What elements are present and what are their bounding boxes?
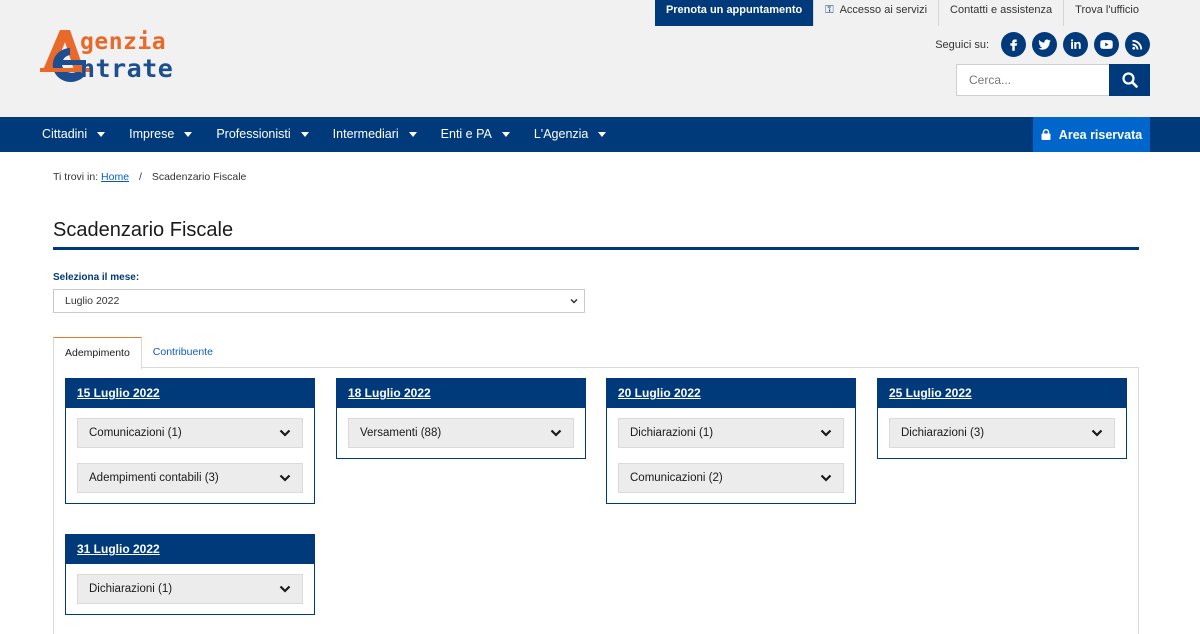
deadline-date-link[interactable]: 20 Luglio 2022 — [607, 379, 855, 408]
deadline-card-20-luglio: 20 Luglio 2022 Dichiarazioni (1) Comunic… — [606, 378, 856, 504]
caret-down-icon — [501, 132, 510, 137]
accordion-item[interactable]: Comunicazioni (1) — [77, 418, 303, 448]
tab-adempimento[interactable]: Adempimento — [53, 337, 142, 369]
month-select-value: Luglio 2022 — [65, 295, 120, 307]
breadcrumb-current: Scadenzario Fiscale — [151, 171, 247, 183]
nav-item-intermediari[interactable]: Intermediari — [321, 117, 429, 152]
caret-down-icon — [300, 132, 309, 137]
deadline-date-link[interactable]: 31 Luglio 2022 — [66, 535, 314, 564]
linkedin-icon[interactable] — [1063, 32, 1088, 57]
breadcrumb-home-link[interactable]: Home — [101, 171, 129, 183]
title-divider — [53, 247, 1139, 250]
search-button[interactable] — [1109, 64, 1150, 96]
caret-down-icon — [408, 132, 417, 137]
month-select-label: Seleziona il mese: — [53, 272, 140, 283]
contatti-assistenza-link[interactable]: Contatti e assistenza — [938, 0, 1063, 26]
lock-icon — [1041, 129, 1051, 140]
twitter-icon[interactable] — [1032, 32, 1057, 57]
site-header: genzia ntrate Prenota un appuntamento ⚿ A… — [0, 0, 1200, 117]
chevron-down-icon — [570, 298, 578, 304]
chevron-down-icon — [279, 429, 291, 437]
accordion-item[interactable]: Adempimenti contabili (3) — [77, 463, 303, 493]
deadline-date-link[interactable]: 15 Luglio 2022 — [66, 379, 314, 408]
social-label: Seguici su: — [935, 38, 989, 51]
nav-item-cittadini[interactable]: Cittadini — [30, 117, 117, 152]
agenzia-entrate-logo[interactable]: genzia ntrate — [40, 24, 230, 86]
logo-word-agenzia: genzia — [80, 29, 167, 55]
deadline-card-25-luglio: 25 Luglio 2022 Dichiarazioni (3) — [877, 378, 1127, 459]
main-navigation: Cittadini Imprese Professionisti Interme… — [0, 117, 1200, 152]
chevron-down-icon — [550, 429, 562, 437]
deadline-card-15-luglio: 15 Luglio 2022 Comunicazioni (1) Adempim… — [65, 378, 315, 504]
trova-ufficio-link[interactable]: Trova l'ufficio — [1063, 0, 1150, 26]
breadcrumb: Ti trovi in: Home / Scadenzario Fiscale — [53, 171, 247, 183]
area-riservata-button[interactable]: Area riservata — [1033, 117, 1150, 152]
nav-item-agenzia[interactable]: L'Agenzia — [522, 117, 619, 152]
deadline-card-31-luglio: 31 Luglio 2022 Dichiarazioni (1) — [65, 534, 315, 615]
page-title: Scadenzario Fiscale — [53, 219, 234, 241]
search-input[interactable] — [956, 64, 1109, 96]
accordion-item[interactable]: Dichiarazioni (1) — [77, 574, 303, 604]
nav-item-enti-pa[interactable]: Enti e PA — [429, 117, 522, 152]
facebook-icon[interactable] — [1001, 32, 1026, 57]
rss-icon[interactable] — [1125, 32, 1150, 57]
month-select[interactable]: Luglio 2022 — [53, 289, 585, 313]
accesso-servizi-link[interactable]: ⚿ Accesso ai servizi — [813, 0, 938, 26]
caret-down-icon — [97, 132, 106, 137]
nav-item-professionisti[interactable]: Professionisti — [204, 117, 320, 152]
youtube-icon[interactable] — [1094, 32, 1119, 57]
search-icon — [1121, 72, 1138, 88]
logo-word-entrate: ntrate — [80, 54, 174, 83]
deadline-date-link[interactable]: 25 Luglio 2022 — [878, 379, 1126, 408]
nav-item-imprese[interactable]: Imprese — [117, 117, 204, 152]
deadline-card-18-luglio: 18 Luglio 2022 Versamenti (88) — [336, 378, 586, 459]
search-box — [956, 64, 1150, 96]
tab-bar: Adempimento Contribuente — [53, 337, 224, 369]
utility-links: Prenota un appuntamento ⚿ Accesso ai serv… — [654, 0, 1150, 26]
chevron-down-icon — [279, 474, 291, 482]
accordion-item[interactable]: Dichiarazioni (3) — [889, 418, 1115, 448]
accordion-item[interactable]: Versamenti (88) — [348, 418, 574, 448]
chevron-down-icon — [820, 429, 832, 437]
caret-down-icon — [184, 132, 193, 137]
breadcrumb-separator: / — [138, 171, 142, 183]
deadline-date-link[interactable]: 18 Luglio 2022 — [337, 379, 585, 408]
chevron-down-icon — [1091, 429, 1103, 437]
tab-contribuente[interactable]: Contribuente — [142, 337, 224, 368]
prenota-appuntamento-link[interactable]: Prenota un appuntamento — [654, 0, 814, 26]
accordion-item[interactable]: Comunicazioni (2) — [618, 463, 844, 493]
accordion-item[interactable]: Dichiarazioni (1) — [618, 418, 844, 448]
key-icon: ⚿ — [825, 4, 834, 16]
chevron-down-icon — [820, 474, 832, 482]
caret-down-icon — [598, 132, 607, 137]
chevron-down-icon — [279, 585, 291, 593]
social-links: Seguici su: — [935, 32, 1150, 57]
